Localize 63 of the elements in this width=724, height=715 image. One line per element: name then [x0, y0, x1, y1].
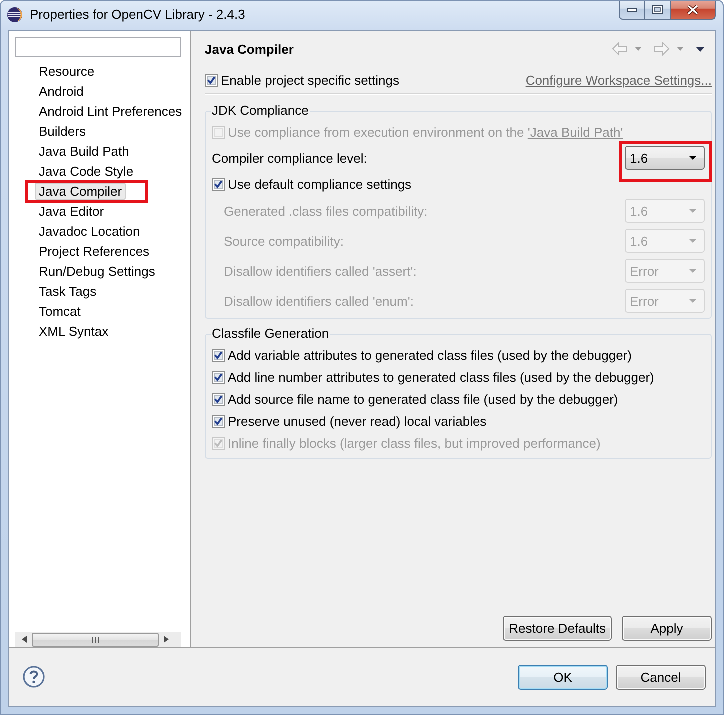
checkbox-label: Add source file name to generated class file (used by the debugger) — [228, 392, 618, 406]
app-icon — [7, 7, 23, 23]
sidebar-item[interactable]: Java Code Style — [35, 163, 138, 180]
checkbox-label: Inline finally blocks (larger class files, but improved performance) — [228, 436, 601, 450]
field-label: Disallow identifiers called 'assert': — [224, 264, 417, 278]
close-button[interactable] — [671, 1, 716, 20]
caret-icon — [689, 299, 697, 303]
checkbox[interactable] — [212, 392, 225, 406]
minimize-button[interactable] — [619, 1, 645, 20]
group-title: JDK Compliance — [211, 103, 310, 119]
caret-icon — [689, 156, 697, 160]
sidebar-item[interactable]: Run/Debug Settings — [35, 263, 160, 280]
maximize-icon — [652, 5, 663, 14]
help-icon[interactable] — [23, 666, 45, 688]
checkbox-label: Use compliance from execution environment on the 'Java Build Path' — [228, 124, 624, 140]
sidebar-item[interactable]: Javadoc Location — [35, 223, 144, 240]
dialog-button[interactable]: Cancel — [616, 664, 706, 690]
configure-link[interactable]: Configure Workspace Settings... — [526, 72, 712, 88]
page-title: Java Compiler — [205, 42, 294, 56]
sidebar-item[interactable]: Resource — [35, 63, 99, 80]
field-label: Disallow identifiers called 'enum': — [224, 294, 414, 308]
checkbox-label: Add variable attributes to generated class files (used by the debugger) — [228, 348, 632, 362]
checkbox[interactable] — [205, 74, 218, 86]
checkbox[interactable] — [212, 178, 225, 190]
checkbox[interactable] — [212, 348, 225, 362]
checkbox-label: Enable project specific settings — [221, 72, 400, 88]
caret-icon — [689, 269, 697, 273]
maximize-button[interactable] — [645, 1, 671, 20]
left-arrow-icon[interactable] — [20, 636, 28, 643]
action-button[interactable]: Restore Defaults — [503, 616, 612, 641]
menu-caret-icon[interactable] — [696, 46, 705, 52]
minimize-icon — [627, 8, 637, 12]
sidebar-item[interactable]: XML Syntax — [35, 323, 113, 340]
field-label: Generated .class files compatibility: — [224, 204, 428, 218]
sidebar-item[interactable]: Builders — [35, 123, 90, 140]
filter-field[interactable] — [15, 37, 181, 57]
group-title: Classfile Generation — [211, 326, 330, 342]
caret-icon — [689, 209, 697, 213]
checkbox-label: Use default compliance settings — [228, 176, 412, 192]
sidebar-item[interactable]: Android Lint Preferences — [35, 103, 186, 120]
sidebar-item[interactable]: Java Editor — [35, 203, 108, 220]
checkbox[interactable] — [212, 414, 225, 428]
right-arrow-icon[interactable] — [163, 636, 171, 643]
grip-icon — [92, 636, 99, 642]
scrollbar-thumb[interactable] — [32, 632, 159, 646]
horizontal-scrollbar[interactable] — [15, 632, 181, 647]
sidebar-item[interactable]: Android — [35, 83, 88, 100]
sidebar-item[interactable]: Task Tags — [35, 283, 101, 300]
sidebar-item[interactable]: Tomcat — [35, 303, 85, 320]
field-label: Source compatibility: — [224, 234, 344, 248]
sidebar-item[interactable]: Java Compiler — [35, 183, 126, 200]
sidebar-item[interactable]: Java Build Path — [35, 143, 134, 160]
checkbox-label: Preserve unused (never read) local variables — [228, 414, 487, 428]
dialog-button[interactable]: OK — [518, 664, 608, 690]
dropdown[interactable]: 1.6 — [625, 146, 705, 170]
checkbox[interactable] — [212, 370, 225, 384]
checkbox-label: Add line number attributes to generated class files (used by the debugger) — [228, 370, 654, 384]
caret-icon — [689, 239, 697, 243]
window-title: Properties for OpenCV Library - 2.4.3 — [30, 7, 246, 23]
close-icon — [687, 4, 699, 14]
sidebar-item[interactable]: Project References — [35, 243, 154, 260]
field-label: Compiler compliance level: — [212, 150, 368, 166]
action-button[interactable]: Apply — [622, 616, 712, 641]
